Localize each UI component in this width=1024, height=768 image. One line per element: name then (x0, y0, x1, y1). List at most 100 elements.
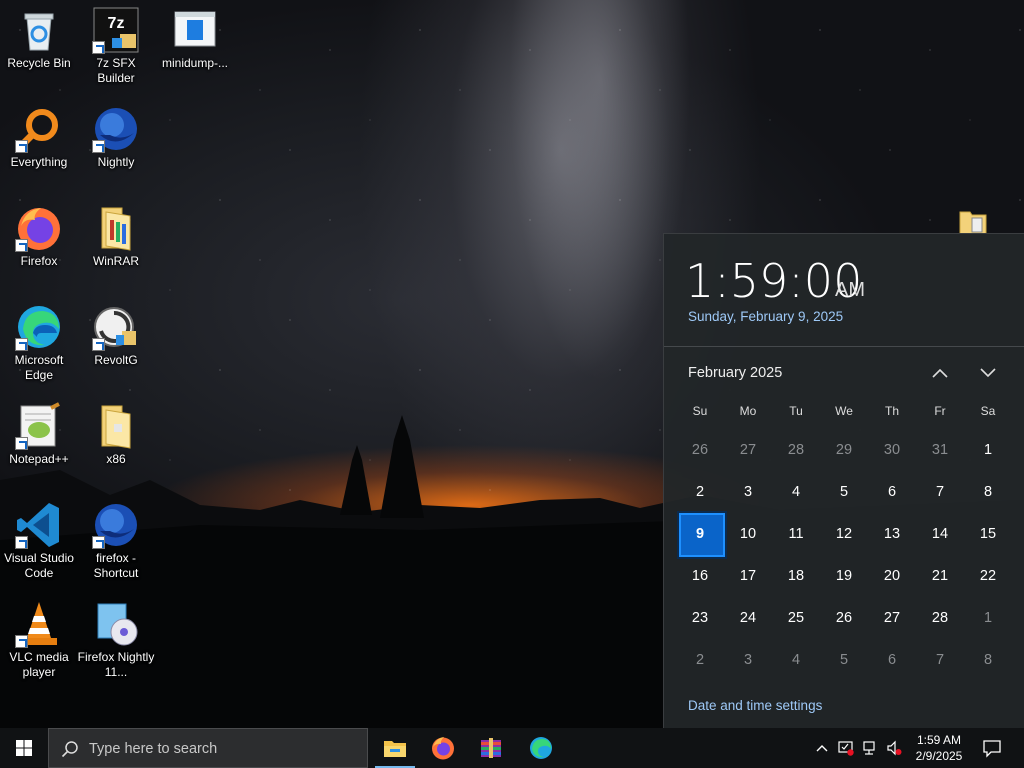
desktop-icon-label: Firefox Nightly 11... (77, 650, 155, 679)
calendar-day[interactable]: 26 (676, 429, 724, 471)
hidden-folder-icon[interactable] (958, 208, 988, 235)
shortcut-arrow-icon (15, 239, 28, 252)
desktop-icon-7z-sfx-builder[interactable]: 7z 7z SFX Builder (77, 6, 155, 86)
edge-icon (530, 737, 552, 759)
weekday-label: Su (692, 404, 708, 418)
desktop-icon-recycle-bin[interactable]: Recycle Bin (0, 6, 78, 71)
calendar-day[interactable]: 29 (820, 429, 868, 471)
desktop-icon-winrar[interactable]: WinRAR (77, 204, 155, 269)
calendar-day[interactable]: 13 (868, 513, 916, 555)
calendar-day[interactable]: 5 (820, 639, 868, 681)
desktop-icon-x86[interactable]: x86 (77, 402, 155, 467)
calendar-day[interactable]: 4 (772, 471, 820, 513)
calendar-day[interactable]: 22 (964, 555, 1012, 597)
desktop-icon-minidump[interactable]: minidump-... (156, 6, 234, 71)
desktop-icon-firefox[interactable]: Firefox (0, 204, 78, 269)
calendar-day[interactable]: 20 (868, 555, 916, 597)
calendar-week-row: 2 3 4 5 6 7 8 (676, 639, 1012, 681)
recycle-bin-icon (15, 6, 63, 54)
calendar-day[interactable]: 8 (964, 639, 1012, 681)
calendar-day[interactable]: 31 (916, 429, 964, 471)
taskbar-app-firefox[interactable] (419, 728, 467, 768)
calendar-day[interactable]: 30 (868, 429, 916, 471)
taskbar-app-file-explorer[interactable] (371, 728, 419, 768)
calendar-day[interactable]: 14 (916, 513, 964, 555)
desktop-icon-microsoft-edge[interactable]: Microsoft Edge (0, 303, 78, 383)
desktop-icon-vlc-media-player[interactable]: VLC media player (0, 600, 78, 680)
calendar-day[interactable]: 16 (676, 555, 724, 597)
flyout-long-date[interactable]: Sunday, February 9, 2025 (688, 309, 843, 324)
calendar-day[interactable]: 11 (772, 513, 820, 555)
desktop-icon-visual-studio-code[interactable]: Visual Studio Code (0, 501, 78, 581)
calendar-month-title[interactable]: February 2025 (688, 365, 782, 381)
calendar-day[interactable]: 1 (964, 429, 1012, 471)
calendar-day[interactable]: 7 (916, 471, 964, 513)
desktop-icon-firefox-nightly-installer[interactable]: Firefox Nightly 11... (77, 600, 155, 680)
calendar-day[interactable]: 12 (820, 513, 868, 555)
security-alert-icon[interactable] (838, 740, 854, 756)
calendar-weekday-header: Su Mo Tu We Th Fr Sa (676, 404, 1012, 418)
calendar-day[interactable]: 24 (724, 597, 772, 639)
search-icon (61, 741, 78, 758)
calendar-day-today[interactable]: 9 (676, 511, 727, 559)
calendar-day[interactable]: 23 (676, 597, 724, 639)
chevron-up-icon[interactable] (814, 740, 830, 756)
desktop-icon-everything[interactable]: Everything (0, 105, 78, 170)
taskbar: Type here to search 1:59 AM 2/9/2025 (0, 728, 1024, 768)
desktop-icon-label: Firefox (20, 254, 58, 268)
action-center-icon[interactable] (982, 738, 1002, 758)
calendar-day[interactable]: 5 (820, 471, 868, 513)
calendar-day[interactable]: 7 (916, 639, 964, 681)
calendar-week-row: 9 10 11 12 13 14 15 (676, 511, 1012, 559)
windows-logo-icon (16, 740, 32, 756)
firefox-icon (15, 204, 63, 252)
desktop-icon-revoltg[interactable]: RevoltG (77, 303, 155, 368)
calendar-day[interactable]: 3 (724, 471, 772, 513)
desktop-icon-notepad-plus-plus[interactable]: Notepad++ (0, 402, 78, 467)
calendar-day[interactable]: 10 (724, 513, 772, 555)
weekday-label: We (835, 404, 853, 418)
calendar-day[interactable]: 28 (916, 597, 964, 639)
calendar-day[interactable]: 18 (772, 555, 820, 597)
flyout-ampm: AM (835, 279, 865, 301)
calendar-day[interactable]: 17 (724, 555, 772, 597)
winrar-icon (481, 738, 501, 758)
calendar-day[interactable]: 6 (868, 639, 916, 681)
calendar-day[interactable]: 19 (820, 555, 868, 597)
taskbar-search-box[interactable]: Type here to search (48, 728, 368, 768)
calendar-day[interactable]: 8 (964, 471, 1012, 513)
next-month-button[interactable] (975, 361, 1001, 385)
calendar-day[interactable]: 21 (916, 555, 964, 597)
start-button[interactable] (0, 728, 48, 768)
calendar-day[interactable]: 3 (724, 639, 772, 681)
calendar-day[interactable]: 6 (868, 471, 916, 513)
desktop-icon-label: Notepad++ (9, 452, 69, 466)
desktop-icon-firefox-shortcut[interactable]: firefox - Shortcut (77, 501, 155, 581)
taskbar-clock[interactable]: 1:59 AM 2/9/2025 (906, 732, 972, 764)
installer-disc-icon (92, 600, 140, 648)
taskbar-app-microsoft-edge[interactable] (517, 728, 565, 768)
date-time-settings-link[interactable]: Date and time settings (688, 698, 822, 713)
calendar-flyout: 1:59:00 AM Sunday, February 9, 2025 Febr… (663, 233, 1024, 728)
calendar-day[interactable]: 28 (772, 429, 820, 471)
calendar-day[interactable]: 27 (724, 429, 772, 471)
taskbar-app-winrar[interactable] (467, 728, 515, 768)
weekday-label: Tu (789, 404, 803, 418)
desktop-icon-label: minidump-... (161, 56, 229, 70)
taskbar-date: 2/9/2025 (915, 749, 963, 763)
calendar-day[interactable]: 26 (820, 597, 868, 639)
calendar-day[interactable]: 25 (772, 597, 820, 639)
calendar-day[interactable]: 1 (964, 597, 1012, 639)
network-icon[interactable] (862, 740, 878, 756)
previous-month-button[interactable] (927, 361, 953, 385)
calendar-day[interactable]: 4 (772, 639, 820, 681)
weekday-label: Fr (934, 404, 946, 418)
firefox-nightly-icon (92, 501, 140, 549)
calendar-day[interactable]: 2 (676, 471, 724, 513)
calendar-day[interactable]: 2 (676, 639, 724, 681)
volume-muted-icon[interactable] (886, 740, 902, 756)
shortcut-arrow-icon (15, 635, 28, 648)
calendar-day[interactable]: 27 (868, 597, 916, 639)
calendar-day[interactable]: 15 (964, 513, 1012, 555)
desktop-icon-nightly[interactable]: Nightly (77, 105, 155, 170)
